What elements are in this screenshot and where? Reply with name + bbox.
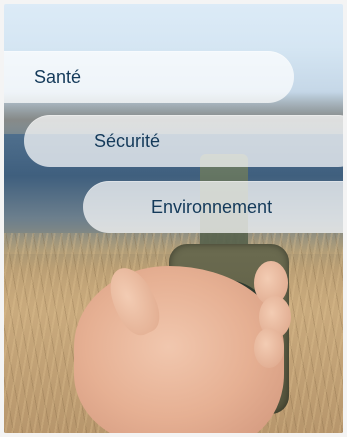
menu-item-sante[interactable]: Santé bbox=[4, 51, 294, 103]
menu-item-label: Sécurité bbox=[94, 130, 161, 151]
menu-item-label: Santé bbox=[34, 66, 82, 87]
menu-item-securite[interactable]: Sécurité bbox=[24, 115, 343, 167]
menu-item-environnement[interactable]: Environnement bbox=[83, 181, 343, 233]
finger-ring bbox=[254, 328, 284, 368]
menu-item-label: Environnement bbox=[151, 196, 273, 217]
app-screen: Santé Sécurité Environnement bbox=[4, 4, 343, 433]
hand bbox=[74, 266, 284, 433]
